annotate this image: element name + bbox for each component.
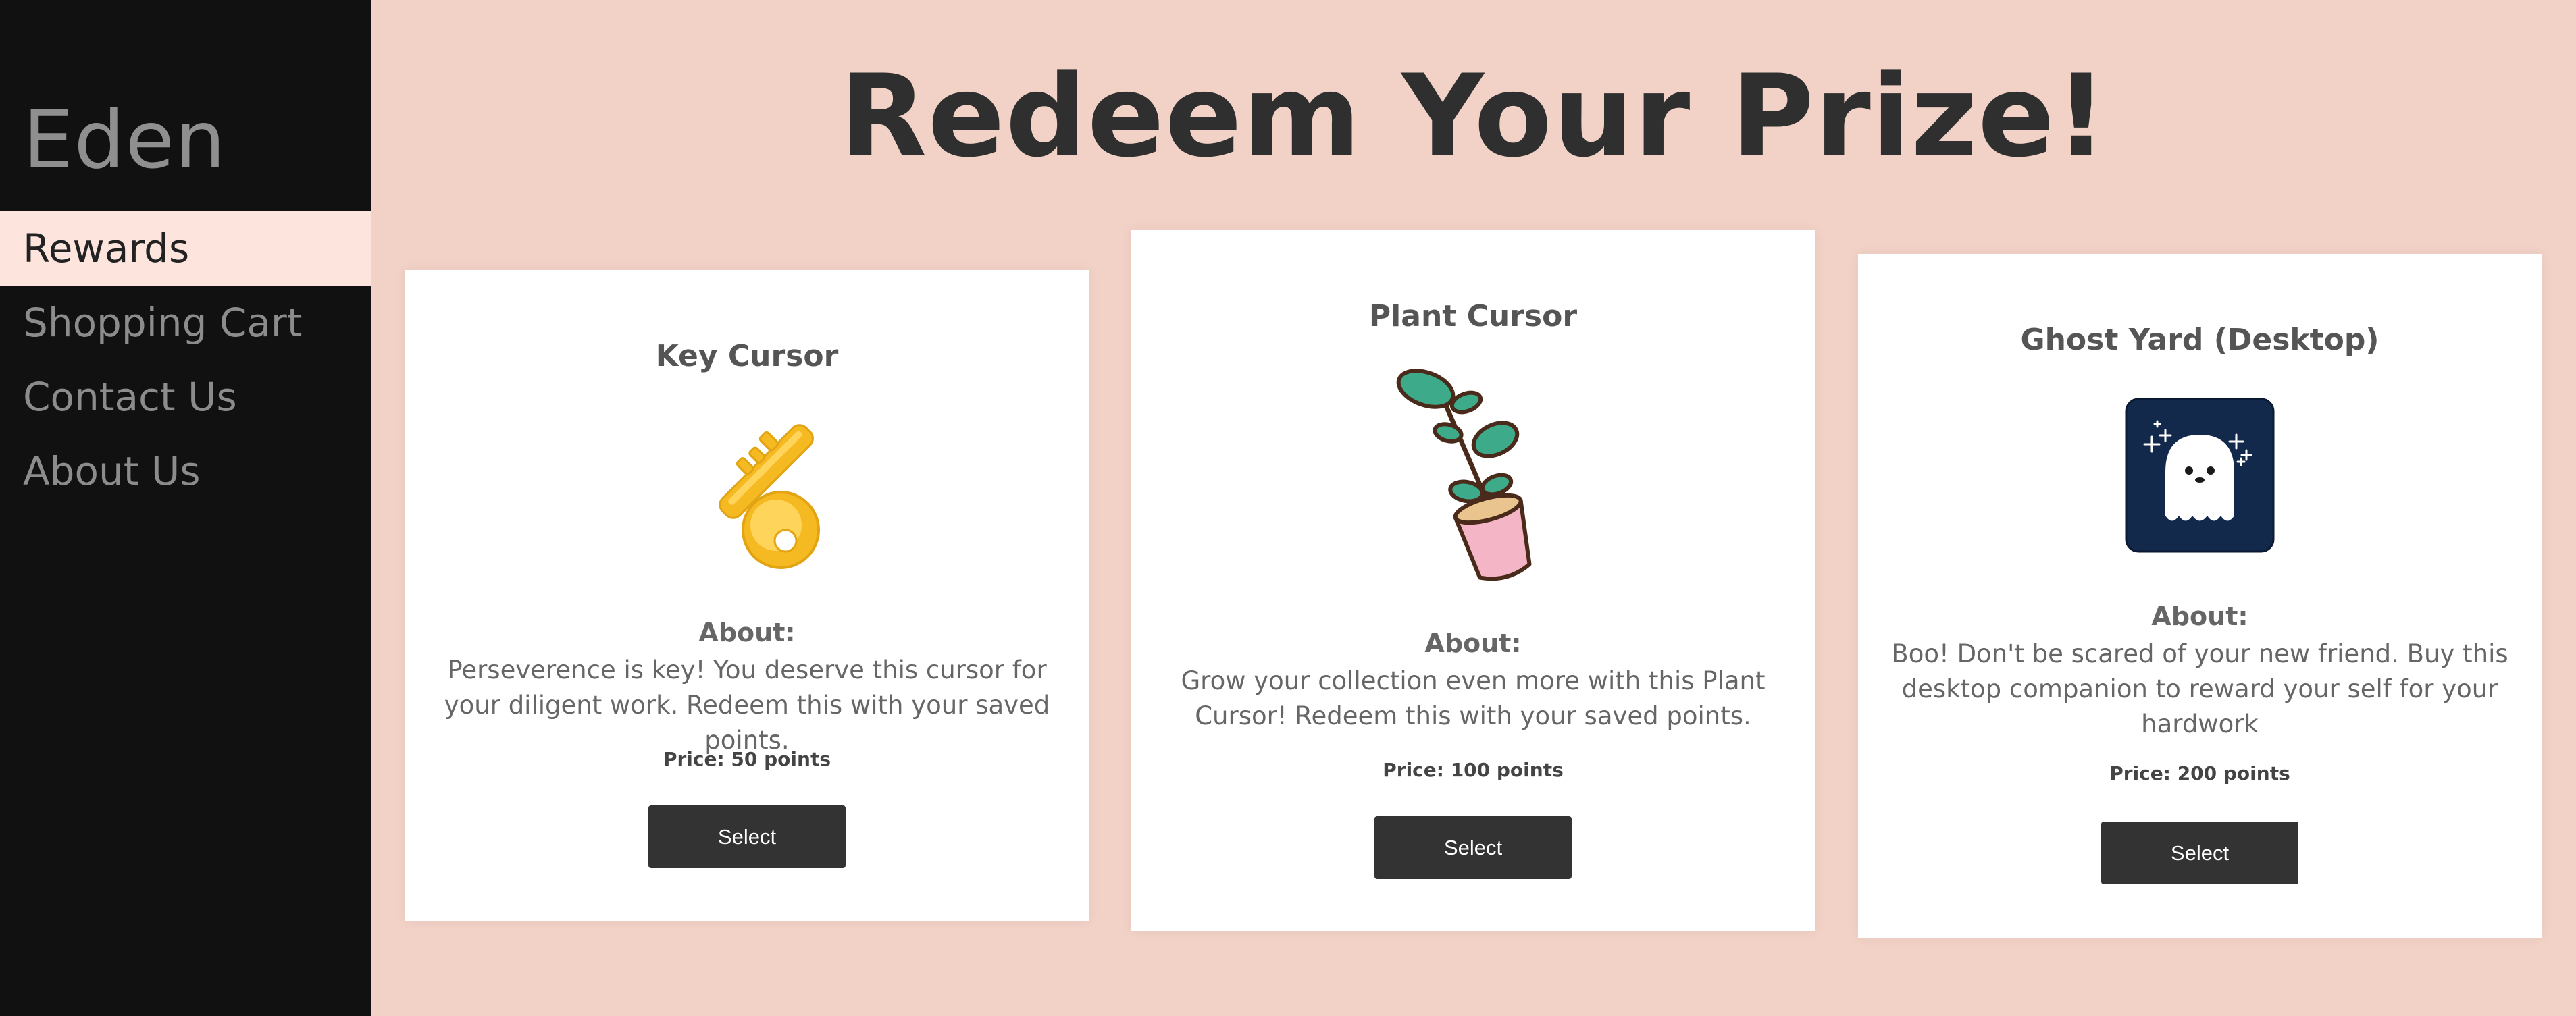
plant-icon bbox=[1395, 369, 1551, 587]
price-label: Price: 100 points bbox=[1383, 759, 1564, 781]
sidebar-item-about-us[interactable]: About Us bbox=[0, 434, 371, 508]
sidebar-item-contact-us[interactable]: Contact Us bbox=[0, 360, 371, 434]
reward-card-key-cursor: Key Cursor About: Perseverence is key! Y… bbox=[405, 270, 1089, 921]
price-label: Price: 50 points bbox=[663, 748, 831, 770]
card-title: Plant Cursor bbox=[1368, 299, 1578, 333]
select-button[interactable]: Select bbox=[648, 805, 846, 868]
sidebar-item-shopping-cart[interactable]: Shopping Cart bbox=[0, 286, 371, 360]
reward-card-ghost-yard: Ghost Yard (Desktop) About: Boo! Don't b… bbox=[1858, 254, 2542, 938]
select-button[interactable]: Select bbox=[1374, 816, 1572, 879]
about-label: About: bbox=[1424, 629, 1522, 658]
price-label: Price: 200 points bbox=[2109, 762, 2290, 784]
about-description: Perseverence is key! You deserve this cu… bbox=[444, 656, 1050, 755]
sidebar-item-rewards[interactable]: Rewards bbox=[0, 211, 371, 286]
page-title: Redeem Your Prize! bbox=[840, 50, 2108, 182]
sidebar: Eden Rewards Shopping Cart Contact Us Ab… bbox=[0, 0, 371, 1016]
reward-card-plant-cursor: Plant Cursor About: Grow your collection… bbox=[1131, 230, 1815, 931]
card-title: Key Cursor bbox=[655, 339, 839, 373]
card-title: Ghost Yard (Desktop) bbox=[2020, 323, 2379, 357]
brand-logo[interactable]: Eden bbox=[23, 100, 226, 180]
key-icon bbox=[669, 408, 825, 580]
about-label: About: bbox=[2151, 601, 2248, 631]
about-label: About: bbox=[698, 618, 796, 647]
ghost-icon bbox=[2125, 398, 2275, 556]
about-description: Grow your collection even more with this… bbox=[1181, 666, 1766, 730]
select-button[interactable]: Select bbox=[2101, 822, 2298, 884]
about-description: Boo! Don't be scared of your new friend.… bbox=[1891, 639, 2508, 739]
